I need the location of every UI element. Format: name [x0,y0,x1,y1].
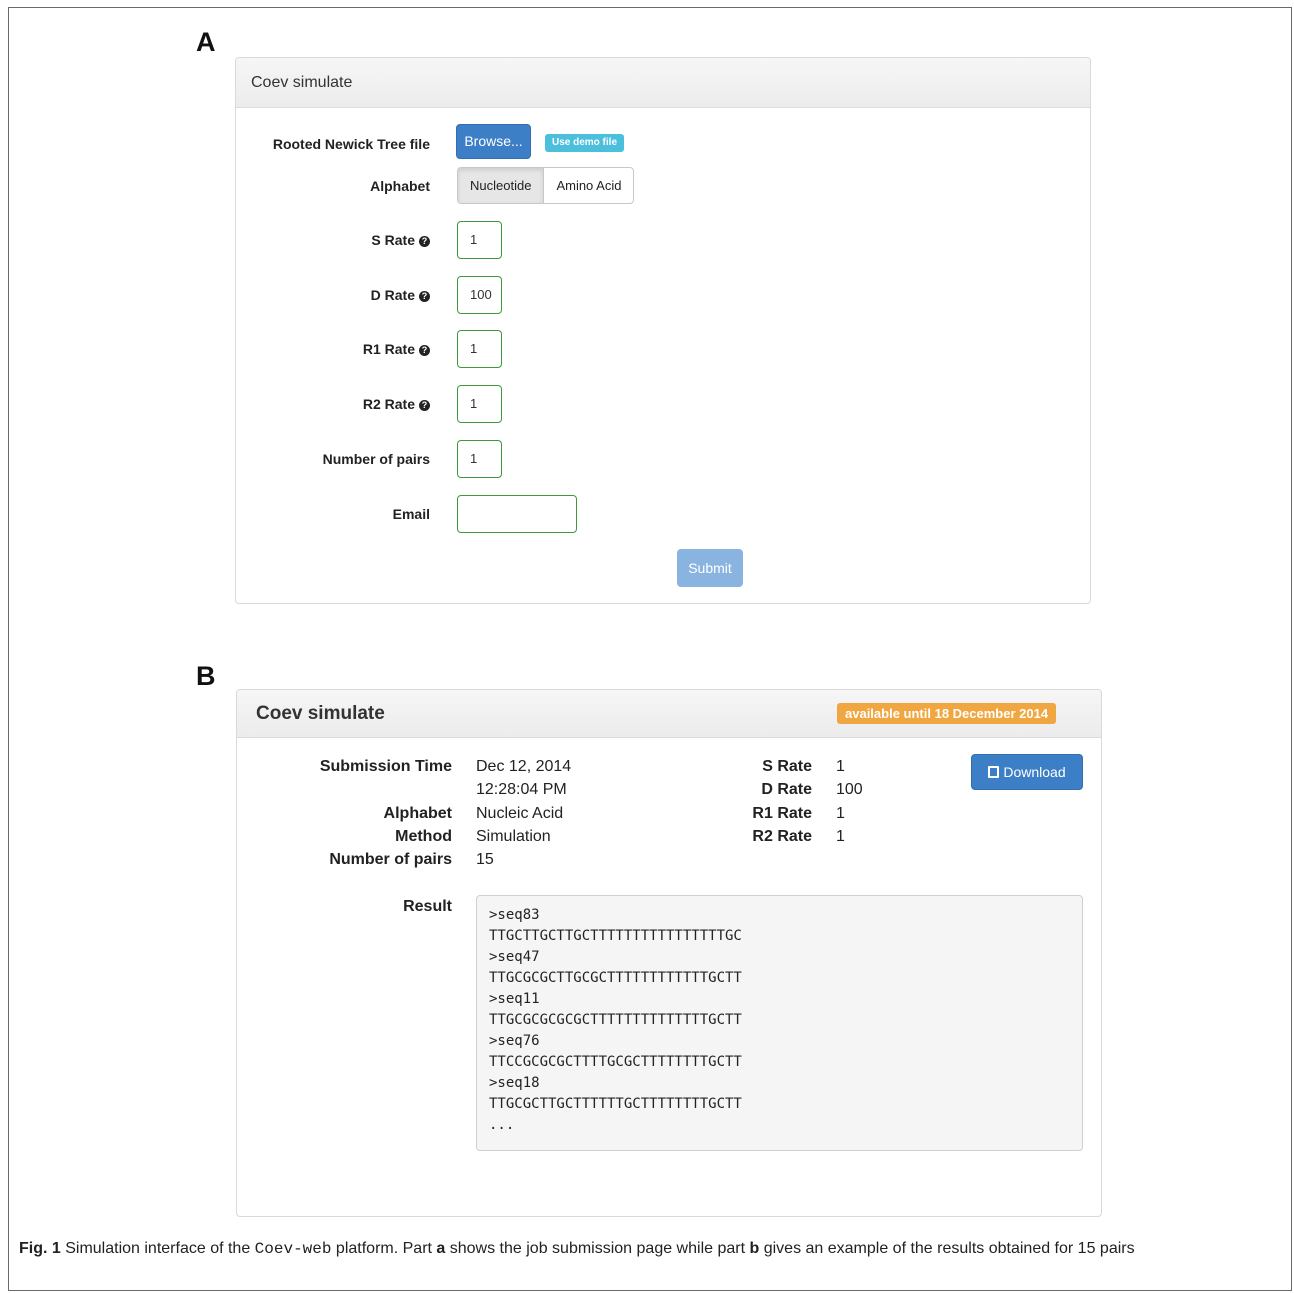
result-line: TTCCGCGCGCTTTTGCGCTTTTTTTTGCTT [489,1054,742,1070]
email-label: Email [392,506,430,522]
alphabet-toggle: Nucleotide Amino Acid [457,167,635,204]
simulate-result-panel: Coev simulate available until 18 Decembe… [236,689,1102,1217]
submission-time-value: 12:28:04 PM [476,781,567,798]
download-button[interactable]: Download [971,754,1083,790]
s-rate-label: S Rate [762,758,812,775]
question-circle-icon[interactable]: ? [419,236,430,247]
d-rate-label: D Rate? [371,287,430,303]
s-rate-value: 1 [836,758,845,775]
method-label: Method [395,828,452,845]
alphabet-label: Alphabet [383,805,452,822]
r2-rate-label: R2 Rate [752,828,812,845]
email-row: Email [236,495,1092,533]
result-line: TTGCGCGCGCGCTTTTTTTTTTTTTTGCTT [489,1012,742,1028]
caption-part-a: a [436,1240,446,1257]
d-rate-label: D Rate [761,781,812,798]
caption-text: gives an example of the results obtained… [759,1240,1135,1257]
alphabet-value: Nucleic Acid [476,805,564,822]
caption-fig-label: Fig. 1 [19,1240,61,1257]
d-rate-value: 100 [836,781,863,798]
pairs-input[interactable]: 1 [457,440,502,478]
panel-title: Coev simulate [256,703,385,724]
submission-time-label: Submission Time [319,758,452,775]
figure-caption: Fig. 1 Simulation interface of the Coev-… [19,1237,1279,1261]
part-b-label: B [196,661,216,691]
caption-text: platform. Part [331,1240,437,1257]
tree-file-row: Rooted Newick Tree file [236,124,1092,162]
caption-part-b: b [749,1240,760,1257]
r1-rate-row: R1 Rate? 1 [236,330,1092,368]
r1-rate-label: R1 Rate? [363,341,430,357]
availability-badge: available until 18 December 2014 [837,703,1057,724]
s-rate-input[interactable]: 1 [457,221,502,259]
question-circle-icon[interactable]: ? [419,345,430,356]
r2-rate-value: 1 [836,828,845,845]
alphabet-label: Alphabet [370,178,430,194]
result-panel-header: Coev simulate available until 18 Decembe… [237,690,1101,738]
simulate-form-panel: Coev simulate Rooted Newick Tree file Br… [235,57,1091,604]
d-rate-input[interactable]: 100 [457,276,502,314]
result-label: Result [403,898,452,915]
caption-text: Simulation interface of the [60,1240,255,1257]
result-line: >seq11 [489,991,540,1007]
pairs-label: Number of pairs [329,851,452,868]
d-rate-row: D Rate? 100 [236,276,1092,314]
result-line: TTGCGCGCTTGCGCTTTTTTTTTTTTGCTT [489,970,742,986]
use-demo-file-button[interactable]: Use demo file [545,134,624,152]
tree-file-label: Rooted Newick Tree file [272,136,430,152]
result-line: >seq47 [489,949,540,965]
result-output[interactable]: >seq83 TTGCTTGCTTGCTTTTTTTTTTTTTTTTGC >s… [476,895,1083,1151]
result-line: >seq83 [489,907,540,923]
caption-mono: Coev-web [254,1240,332,1258]
submission-date-value: Dec 12, 2014 [476,758,572,775]
panel-title: Coev simulate [236,58,1090,108]
s-rate-row: S Rate? 1 [236,221,1092,259]
email-input[interactable] [457,495,577,533]
result-line: >seq18 [489,1075,540,1091]
r2-rate-label: R2 Rate? [363,396,430,412]
pairs-value: 15 [476,851,494,868]
method-value: Simulation [476,828,551,845]
submit-button[interactable]: Submit [677,549,743,587]
r1-rate-input[interactable]: 1 [457,330,502,368]
download-label: Download [1003,764,1066,780]
pairs-row: Number of pairs 1 [236,440,1092,478]
r2-rate-input[interactable]: 1 [457,385,502,423]
part-a-label: A [196,27,216,57]
amino-acid-option[interactable]: Amino Acid [544,168,633,203]
result-line: >seq76 [489,1033,540,1049]
question-circle-icon[interactable]: ? [419,291,430,302]
caption-text: shows the job submission page while part [445,1240,750,1257]
result-line: TTGCGCTTGCTTTTTTGCTTTTTTTTGCTT [489,1096,742,1112]
r1-rate-label: R1 Rate [752,805,812,822]
save-icon [988,766,1000,778]
nucleotide-option[interactable]: Nucleotide [458,168,545,203]
question-circle-icon[interactable]: ? [419,400,430,411]
r1-rate-value: 1 [836,805,845,822]
pairs-label: Number of pairs [322,451,430,467]
result-line: TTGCTTGCTTGCTTTTTTTTTTTTTTTTGC [489,928,742,944]
s-rate-label: S Rate? [371,232,430,248]
browse-button[interactable]: Browse... [456,124,531,159]
result-line: ... [489,1117,515,1133]
alphabet-row: Alphabet [236,167,1092,205]
r2-rate-row: R2 Rate? 1 [236,385,1092,423]
